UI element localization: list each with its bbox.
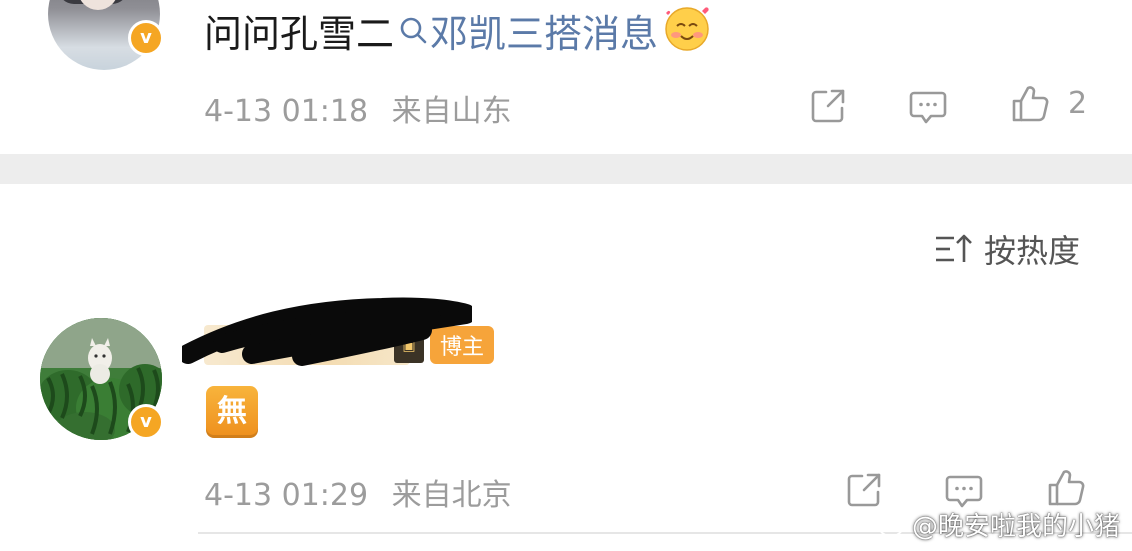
section-divider bbox=[0, 154, 1132, 184]
weibo-logo-icon bbox=[878, 514, 906, 537]
comment-time: 4-13 01:18 bbox=[204, 94, 369, 129]
sort-by-hot-button[interactable]: 按热度 bbox=[934, 226, 1080, 272]
share-icon bbox=[811, 89, 845, 123]
comment-meta: 4-13 01:29 来自北京 bbox=[204, 470, 526, 514]
verified-v-icon: v bbox=[128, 20, 164, 56]
watermark-text: @晚安啦我的小猪 bbox=[911, 512, 1120, 542]
comment-location: 来自山东 bbox=[391, 94, 512, 129]
watermark: @晚安啦我的小猪 bbox=[878, 506, 1120, 543]
blush-emoji-icon bbox=[665, 7, 709, 51]
search-link-label: 邓凯三搭消息 bbox=[430, 11, 659, 56]
avatar-face bbox=[78, 0, 118, 10]
comment-text: 问问孔雪二 邓凯三搭消息 bbox=[204, 4, 712, 56]
comment-body: 问问孔雪二 bbox=[204, 11, 395, 56]
comment-icon bbox=[909, 91, 947, 124]
comment-meta: 4-13 01:18 来自山东 bbox=[204, 86, 526, 130]
comment-time: 4-13 01:29 bbox=[204, 478, 369, 513]
search-link[interactable]: 邓凯三搭消息 bbox=[398, 3, 658, 58]
like-button[interactable] bbox=[1044, 466, 1088, 510]
verified-v-icon: v bbox=[128, 404, 164, 440]
sort-label: 按热度 bbox=[984, 232, 1081, 270]
comment-button[interactable] bbox=[906, 84, 950, 128]
thumbs-up-icon bbox=[1012, 86, 1049, 122]
search-icon bbox=[400, 17, 427, 44]
sticker-emoji: 無 bbox=[206, 386, 258, 438]
like-button[interactable] bbox=[1008, 82, 1052, 126]
like-count: 2 bbox=[1068, 86, 1088, 121]
share-button[interactable] bbox=[806, 84, 850, 128]
redaction-scribble bbox=[182, 297, 472, 366]
thumbs-up-icon bbox=[1048, 470, 1085, 506]
comment-location: 来自北京 bbox=[391, 478, 512, 513]
sort-icon bbox=[936, 234, 972, 262]
